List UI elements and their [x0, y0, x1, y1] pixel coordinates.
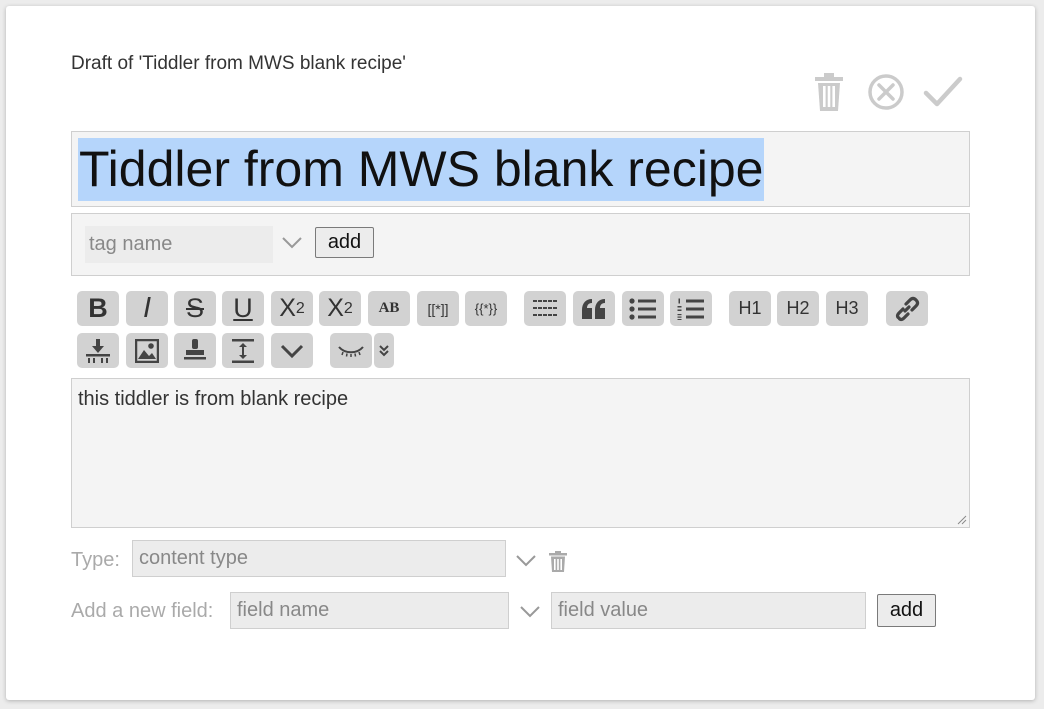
trash-icon: [815, 73, 843, 111]
bullet-list-button[interactable]: [622, 291, 664, 326]
link-icon: [895, 296, 920, 321]
italic-label: I: [142, 292, 152, 324]
picture-icon: [135, 338, 159, 363]
type-label: Type:: [71, 549, 120, 571]
picture-button[interactable]: [126, 333, 168, 368]
monospaced-block-icon: [533, 299, 557, 316]
stamp-button[interactable]: [174, 333, 216, 368]
preview-type-dropdown-button[interactable]: [374, 333, 394, 368]
tiddler-edit-card: Draft of 'Tiddler from MWS blank recipe': [6, 6, 1035, 700]
delete-button[interactable]: [809, 70, 849, 114]
italic-button[interactable]: I: [126, 291, 168, 326]
smallcaps-button[interactable]: AB: [368, 291, 410, 326]
tag-name-input[interactable]: tag name: [85, 226, 273, 263]
clear-type-trash-icon[interactable]: [549, 551, 567, 572]
double-chevron-down-icon: [379, 344, 389, 356]
superscript-button[interactable]: X2: [271, 291, 313, 326]
title-input-box[interactable]: Tiddler from MWS blank recipe: [71, 131, 970, 207]
superscript-mark: 2: [295, 299, 305, 317]
add-field-button[interactable]: add: [877, 594, 936, 627]
cancel-button[interactable]: [866, 70, 906, 114]
transclude-label: {{*}}: [474, 301, 498, 316]
title-input-selected-text[interactable]: Tiddler from MWS blank recipe: [78, 138, 765, 201]
circle-x-icon: [868, 74, 904, 110]
chevron-down-icon: [280, 344, 304, 358]
stamp-icon: [184, 338, 206, 359]
wikilink-label: [[*]]: [427, 300, 449, 317]
excise-button[interactable]: [77, 333, 119, 368]
resize-grip-icon[interactable]: [957, 515, 967, 525]
content-type-input[interactable]: content type: [132, 540, 506, 577]
checkmark-icon: [923, 76, 963, 107]
smallcaps-label: AB: [378, 300, 400, 316]
heading3-label: H3: [835, 298, 859, 318]
editor-body-text[interactable]: this tiddler is from blank recipe: [78, 388, 348, 411]
field-value-input[interactable]: field value: [551, 592, 866, 629]
quote-button[interactable]: [573, 291, 615, 326]
link-button[interactable]: [886, 291, 928, 326]
superscript-base: X: [279, 294, 296, 322]
draft-title: Draft of 'Tiddler from MWS blank recipe': [71, 53, 406, 74]
more-dropdown-button[interactable]: [271, 333, 313, 368]
bullet-list-icon: [629, 297, 656, 320]
tag-dropdown-chevron-icon[interactable]: [281, 236, 303, 250]
tag-area: tag name add: [71, 213, 970, 276]
new-field-label: Add a new field:: [71, 600, 214, 622]
wikilink-button[interactable]: [[*]]: [417, 291, 459, 326]
type-dropdown-chevron-icon[interactable]: [515, 554, 537, 568]
field-name-input[interactable]: field name: [230, 592, 509, 629]
quote-icon: [582, 298, 605, 319]
numbered-list-icon: [677, 298, 704, 320]
heading2-button[interactable]: H2: [777, 291, 819, 326]
done-button[interactable]: [923, 70, 963, 114]
closed-eye-icon: [338, 345, 364, 357]
underline-button[interactable]: U: [222, 291, 264, 326]
heading2-label: H2: [786, 298, 810, 318]
underline-label: U: [233, 293, 253, 323]
line-width-button[interactable]: [222, 333, 264, 368]
heading1-button[interactable]: H1: [729, 291, 771, 326]
bold-label: B: [88, 293, 108, 323]
excise-icon: [86, 338, 110, 363]
preview-toggle-button[interactable]: [330, 333, 372, 368]
strikethrough-label: S: [185, 293, 204, 323]
heading1-label: H1: [738, 298, 762, 318]
heading3-button[interactable]: H3: [826, 291, 868, 326]
bold-button[interactable]: B: [77, 291, 119, 326]
text-editor[interactable]: this tiddler is from blank recipe: [71, 378, 970, 528]
add-tag-button[interactable]: add: [315, 227, 374, 258]
transclude-button[interactable]: {{*}}: [465, 291, 507, 326]
subscript-button[interactable]: X2: [319, 291, 361, 326]
subscript-base: X: [327, 294, 344, 322]
subscript-mark: 2: [343, 299, 353, 317]
monospaced-block-button[interactable]: [524, 291, 566, 326]
strikethrough-button[interactable]: S: [174, 291, 216, 326]
field-name-dropdown-chevron-icon[interactable]: [519, 605, 541, 619]
numbered-list-button[interactable]: [670, 291, 712, 326]
line-width-icon: [232, 338, 254, 363]
